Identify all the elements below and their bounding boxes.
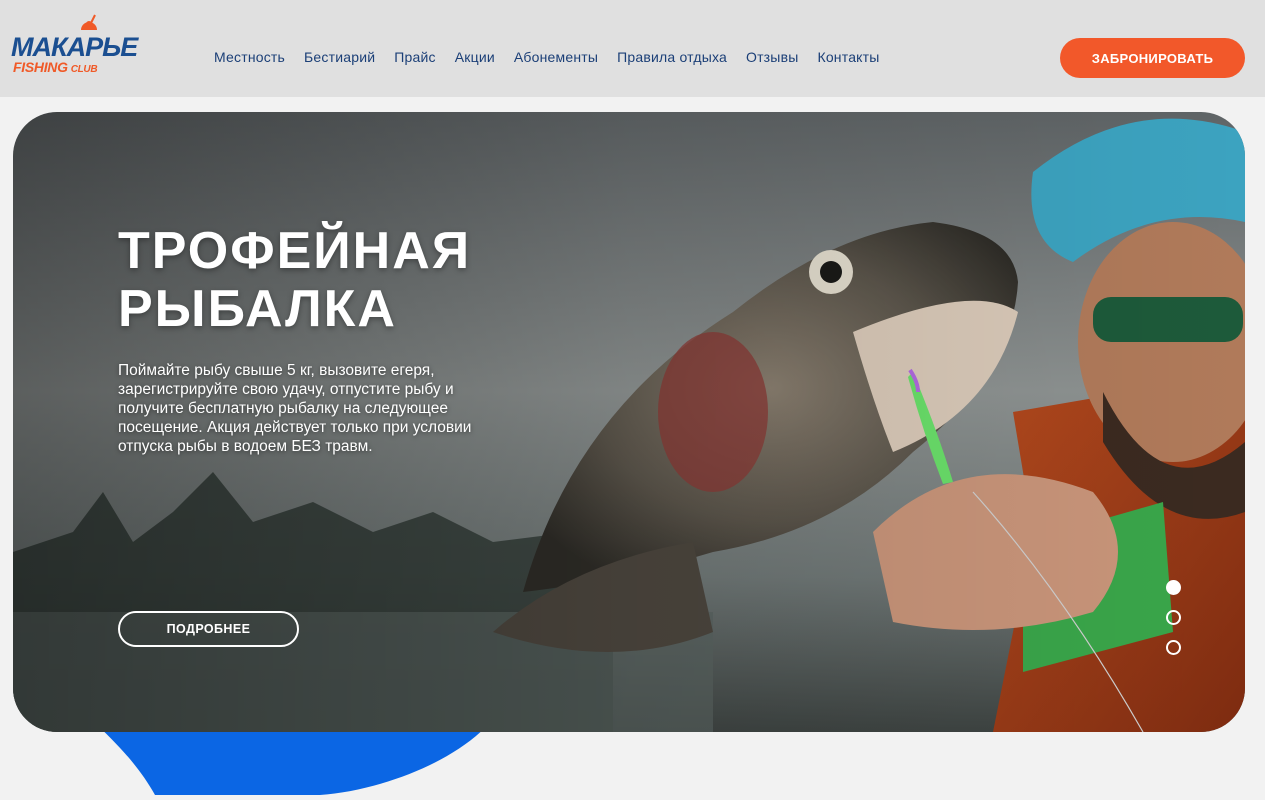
- hero-description: Поймайте рыбу свыше 5 кг, вызовите егеря…: [118, 362, 472, 455]
- logo-sub-club: CLUB: [70, 64, 98, 75]
- nav-item-price[interactable]: Прайс: [394, 49, 435, 65]
- slider-dot-1[interactable]: [1166, 580, 1181, 595]
- nav-item-bestiariy[interactable]: Бестиарий: [304, 49, 375, 65]
- slider-pagination: [1166, 580, 1181, 655]
- hero-title-line-1: ТРОФЕЙНАЯ: [118, 222, 472, 280]
- nav-item-abonementy[interactable]: Абонементы: [514, 49, 598, 65]
- hero-slider: ТРОФЕЙНАЯ РЫБАЛКА Поймайте рыбу свыше 5 …: [13, 112, 1245, 732]
- slider-dot-3[interactable]: [1166, 640, 1181, 655]
- nav-item-mestnost[interactable]: Местность: [214, 49, 285, 65]
- book-button[interactable]: ЗАБРОНИРОВАТЬ: [1060, 38, 1245, 78]
- nav-item-reviews[interactable]: Отзывы: [746, 49, 798, 65]
- logo-subtitle: FISHING CLUB: [13, 59, 98, 75]
- hero-title-line-2: РЫБАЛКА: [118, 280, 397, 338]
- logo-sub-fishing: FISHING: [13, 59, 68, 75]
- hero-title: ТРОФЕЙНАЯ РЫБАЛКА: [118, 222, 471, 338]
- site-header: МАКАРЬЕ FISHING CLUB Местность Бестиарий …: [0, 0, 1265, 97]
- nav-item-contacts[interactable]: Контакты: [817, 49, 879, 65]
- more-button[interactable]: ПОДРОБНЕЕ: [118, 611, 299, 647]
- slider-dot-2[interactable]: [1166, 610, 1181, 625]
- logo[interactable]: МАКАРЬЕ FISHING CLUB: [11, 14, 138, 84]
- nav-item-rules[interactable]: Правила отдыха: [617, 49, 727, 65]
- nav-item-akcii[interactable]: Акции: [455, 49, 495, 65]
- main-nav: Местность Бестиарий Прайс Акции Абонемен…: [214, 49, 880, 65]
- logo-wordmark: МАКАРЬЕ: [11, 32, 138, 62]
